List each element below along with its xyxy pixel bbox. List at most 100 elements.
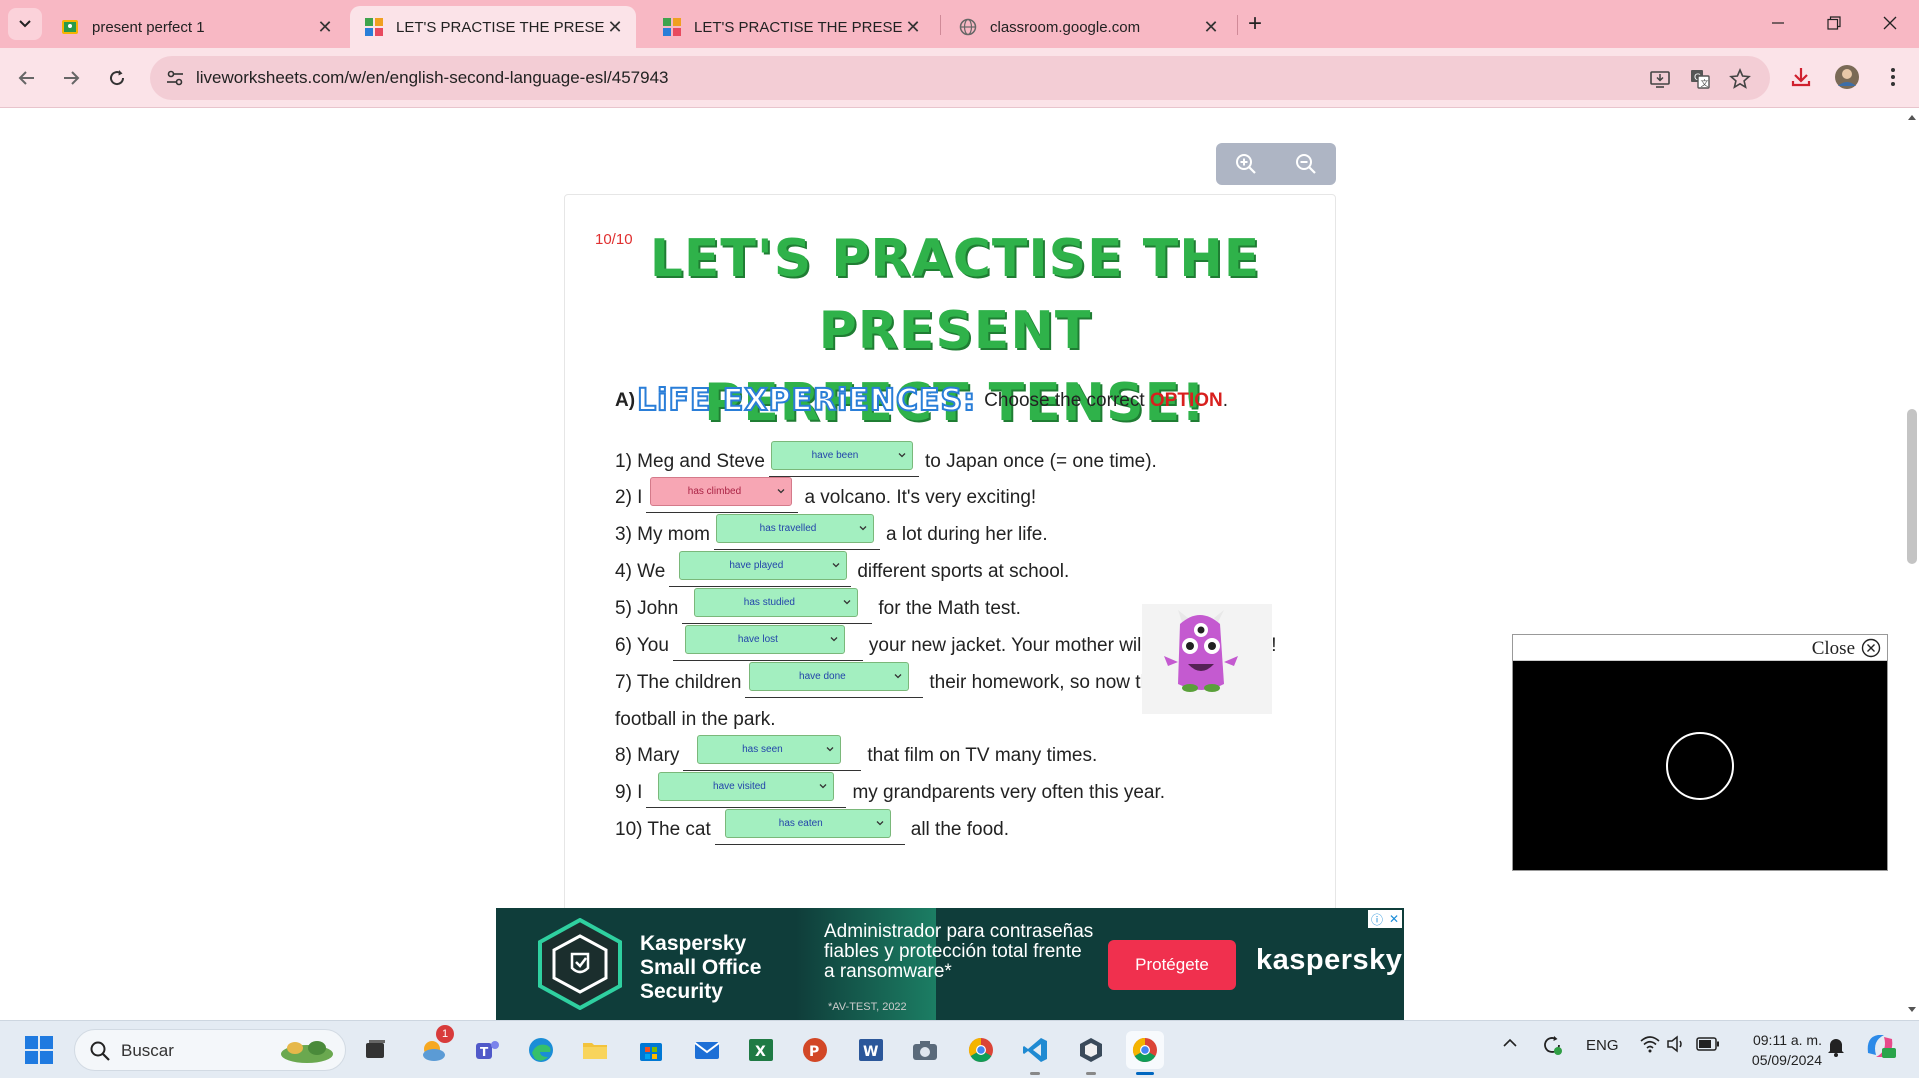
- video-popup: Close: [1512, 634, 1888, 871]
- mail-icon[interactable]: [688, 1031, 726, 1069]
- reload-button[interactable]: [99, 60, 135, 96]
- answer-select[interactable]: have visited: [658, 772, 835, 801]
- kaspersky-ad-banner[interactable]: Kaspersky Small Office Security Administ…: [496, 908, 1404, 1020]
- arrow-left-icon: [18, 71, 34, 85]
- language-indicator[interactable]: ENG: [1586, 1037, 1619, 1054]
- search-icon: [90, 1041, 110, 1061]
- chrome-active-icon[interactable]: [1126, 1031, 1164, 1075]
- profile-avatar[interactable]: [1832, 62, 1862, 92]
- ad-cta-button[interactable]: Protégete: [1108, 940, 1236, 990]
- svg-text:P: P: [809, 1044, 819, 1060]
- powerpoint-icon[interactable]: P: [796, 1031, 834, 1069]
- url-text: liveworksheets.com/w/en/english-second-l…: [196, 68, 669, 87]
- new-tab-button[interactable]: +: [1240, 10, 1270, 38]
- microsoft-store-icon[interactable]: [632, 1031, 670, 1069]
- close-circle-icon[interactable]: [1861, 638, 1881, 658]
- excel-icon[interactable]: X: [742, 1031, 780, 1069]
- minimize-button[interactable]: [1750, 0, 1806, 46]
- section-name: LiFE EXPERiENCES:: [636, 382, 977, 419]
- weather-widget-icon[interactable]: 1: [414, 1025, 454, 1069]
- battery-icon[interactable]: [1696, 1037, 1720, 1055]
- tab-worksheet-active[interactable]: LET'S PRACTISE THE PRESENT PERFECT TENSE…: [350, 6, 636, 48]
- answer-select[interactable]: have lost: [684, 625, 845, 654]
- svg-text:文: 文: [1701, 78, 1709, 88]
- bookmark-star-icon[interactable]: [1727, 66, 1753, 92]
- task-view-icon[interactable]: [356, 1031, 394, 1069]
- camera-icon[interactable]: [906, 1031, 944, 1069]
- tab-bar: present perfect 1 ✕ LET'S PRACTISE THE P…: [0, 0, 1919, 48]
- restore-button[interactable]: [1806, 0, 1862, 46]
- chevron-down-icon: [777, 489, 785, 494]
- exercise-item: 9) I have visited my grandparents very o…: [615, 772, 1165, 808]
- exercise-item: 3) My mom has travelled a lot during her…: [615, 514, 1048, 550]
- translate-icon[interactable]: G文: [1687, 66, 1713, 92]
- answer-select[interactable]: has eaten: [724, 809, 891, 838]
- loading-spinner-icon: [1666, 732, 1734, 800]
- exercise-item: 4) We have played different sports at sc…: [615, 551, 1069, 587]
- globe-icon: [958, 17, 978, 37]
- file-explorer-icon[interactable]: [576, 1031, 614, 1069]
- close-tab-icon[interactable]: ✕: [1200, 16, 1222, 38]
- tab-worksheet[interactable]: LET'S PRACTISE THE PRESENT PERFECT TENSE…: [648, 6, 934, 48]
- tray-overflow-chevron-icon[interactable]: [1502, 1035, 1518, 1055]
- chevron-down-icon: [832, 563, 840, 568]
- answer-select[interactable]: has travelled: [716, 514, 874, 543]
- kaspersky-wordmark: kaspersky: [1256, 944, 1403, 976]
- app-cube-icon[interactable]: [1072, 1031, 1110, 1075]
- back-button[interactable]: [9, 60, 45, 96]
- ad-close-icon[interactable]: ✕: [1389, 912, 1399, 926]
- zoom-out-icon[interactable]: [1291, 149, 1321, 179]
- install-app-icon[interactable]: [1647, 66, 1673, 92]
- chevron-down-icon: [898, 453, 906, 458]
- edge-icon[interactable]: [522, 1031, 560, 1069]
- page-scrollbar[interactable]: [1905, 109, 1919, 1020]
- close-tab-icon[interactable]: ✕: [314, 16, 336, 38]
- teams-icon[interactable]: T: [468, 1031, 506, 1069]
- exercise-item: 5) John has studied for the Math test.: [615, 588, 1021, 624]
- close-window-button[interactable]: [1862, 0, 1918, 46]
- notification-badge: 1: [436, 1025, 454, 1043]
- volume-icon[interactable]: [1666, 1035, 1686, 1057]
- windows-start-icon[interactable]: [24, 1035, 54, 1065]
- answer-select[interactable]: have been: [770, 441, 913, 470]
- video-close-label[interactable]: Close: [1812, 638, 1855, 660]
- wifi-icon[interactable]: [1640, 1035, 1660, 1057]
- answer-select[interactable]: has climbed: [650, 477, 793, 506]
- chevron-down-icon: [830, 637, 838, 642]
- downloads-icon[interactable]: [1786, 62, 1816, 92]
- answer-select[interactable]: has seen: [697, 735, 842, 764]
- close-tab-icon[interactable]: ✕: [604, 16, 626, 38]
- browser-menu-icon[interactable]: [1878, 62, 1908, 92]
- answer-select[interactable]: have played: [679, 551, 848, 580]
- svg-text:X: X: [755, 1044, 766, 1060]
- exercise-item: 8) Mary has seen that film on TV many ti…: [615, 735, 1097, 771]
- scrollbar-thumb[interactable]: [1907, 409, 1917, 564]
- vscode-icon[interactable]: [1016, 1031, 1054, 1075]
- video-popup-header: Close: [1513, 635, 1887, 661]
- zoom-in-icon[interactable]: [1231, 149, 1261, 179]
- close-icon: [1883, 16, 1897, 30]
- ad-info-icon[interactable]: ⓘ: [1371, 911, 1383, 928]
- address-bar[interactable]: liveworksheets.com/w/en/english-second-l…: [150, 56, 1770, 100]
- site-info-icon[interactable]: [164, 67, 186, 89]
- close-tab-icon[interactable]: ✕: [902, 16, 924, 38]
- sync-icon[interactable]: [1540, 1033, 1564, 1061]
- tab-classroom[interactable]: classroom.google.com ✕: [944, 6, 1232, 48]
- arrow-right-icon: [64, 71, 80, 85]
- copilot-icon[interactable]: [1864, 1031, 1896, 1065]
- tab-present-perfect[interactable]: present perfect 1 ✕: [46, 6, 346, 48]
- scroll-up-arrow-icon[interactable]: [1908, 115, 1916, 120]
- clock[interactable]: 09:11 a. m. 05/09/2024: [1736, 1030, 1822, 1070]
- answer-select[interactable]: has studied: [694, 588, 859, 617]
- restore-icon: [1827, 16, 1841, 30]
- forward-button[interactable]: [53, 60, 89, 96]
- ad-footnote: *AV-TEST, 2022: [828, 1001, 907, 1013]
- answer-select[interactable]: have done: [749, 662, 910, 691]
- exercise-item: 1) Meg and Steve have been to Japan once…: [615, 441, 1157, 477]
- tab-list-button[interactable]: [8, 8, 42, 40]
- notifications-bell-icon[interactable]: [1826, 1035, 1846, 1061]
- scroll-down-arrow-icon[interactable]: [1908, 1007, 1916, 1012]
- taskbar-search[interactable]: Buscar: [74, 1029, 346, 1071]
- word-icon[interactable]: W: [852, 1031, 890, 1069]
- chrome-icon[interactable]: [962, 1031, 1000, 1069]
